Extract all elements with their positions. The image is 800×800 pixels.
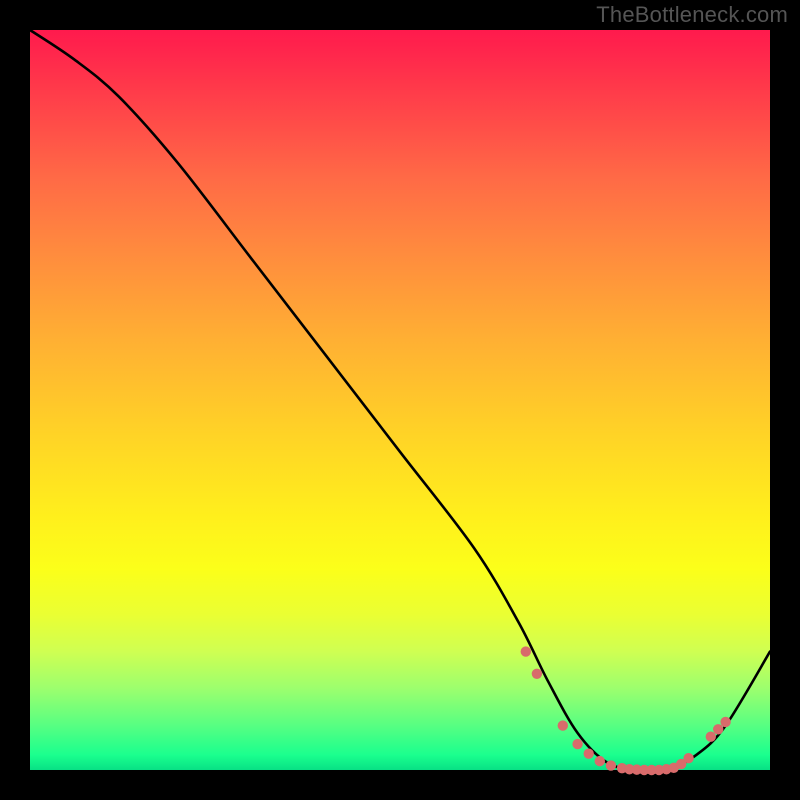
- plot-area: [30, 30, 770, 770]
- trough-markers: [521, 646, 731, 775]
- trough-marker: [532, 669, 542, 679]
- chart-frame: TheBottleneck.com: [0, 0, 800, 800]
- trough-marker: [595, 756, 605, 766]
- trough-marker: [713, 724, 723, 734]
- trough-marker: [572, 739, 582, 749]
- trough-marker: [606, 760, 616, 770]
- trough-marker: [584, 749, 594, 759]
- trough-marker: [706, 732, 716, 742]
- attribution-text: TheBottleneck.com: [596, 2, 788, 28]
- bottleneck-curve: [30, 30, 770, 771]
- trough-marker: [720, 717, 730, 727]
- curve-layer: [30, 30, 770, 770]
- trough-marker: [558, 720, 568, 730]
- trough-marker: [521, 646, 531, 656]
- trough-marker: [683, 753, 693, 763]
